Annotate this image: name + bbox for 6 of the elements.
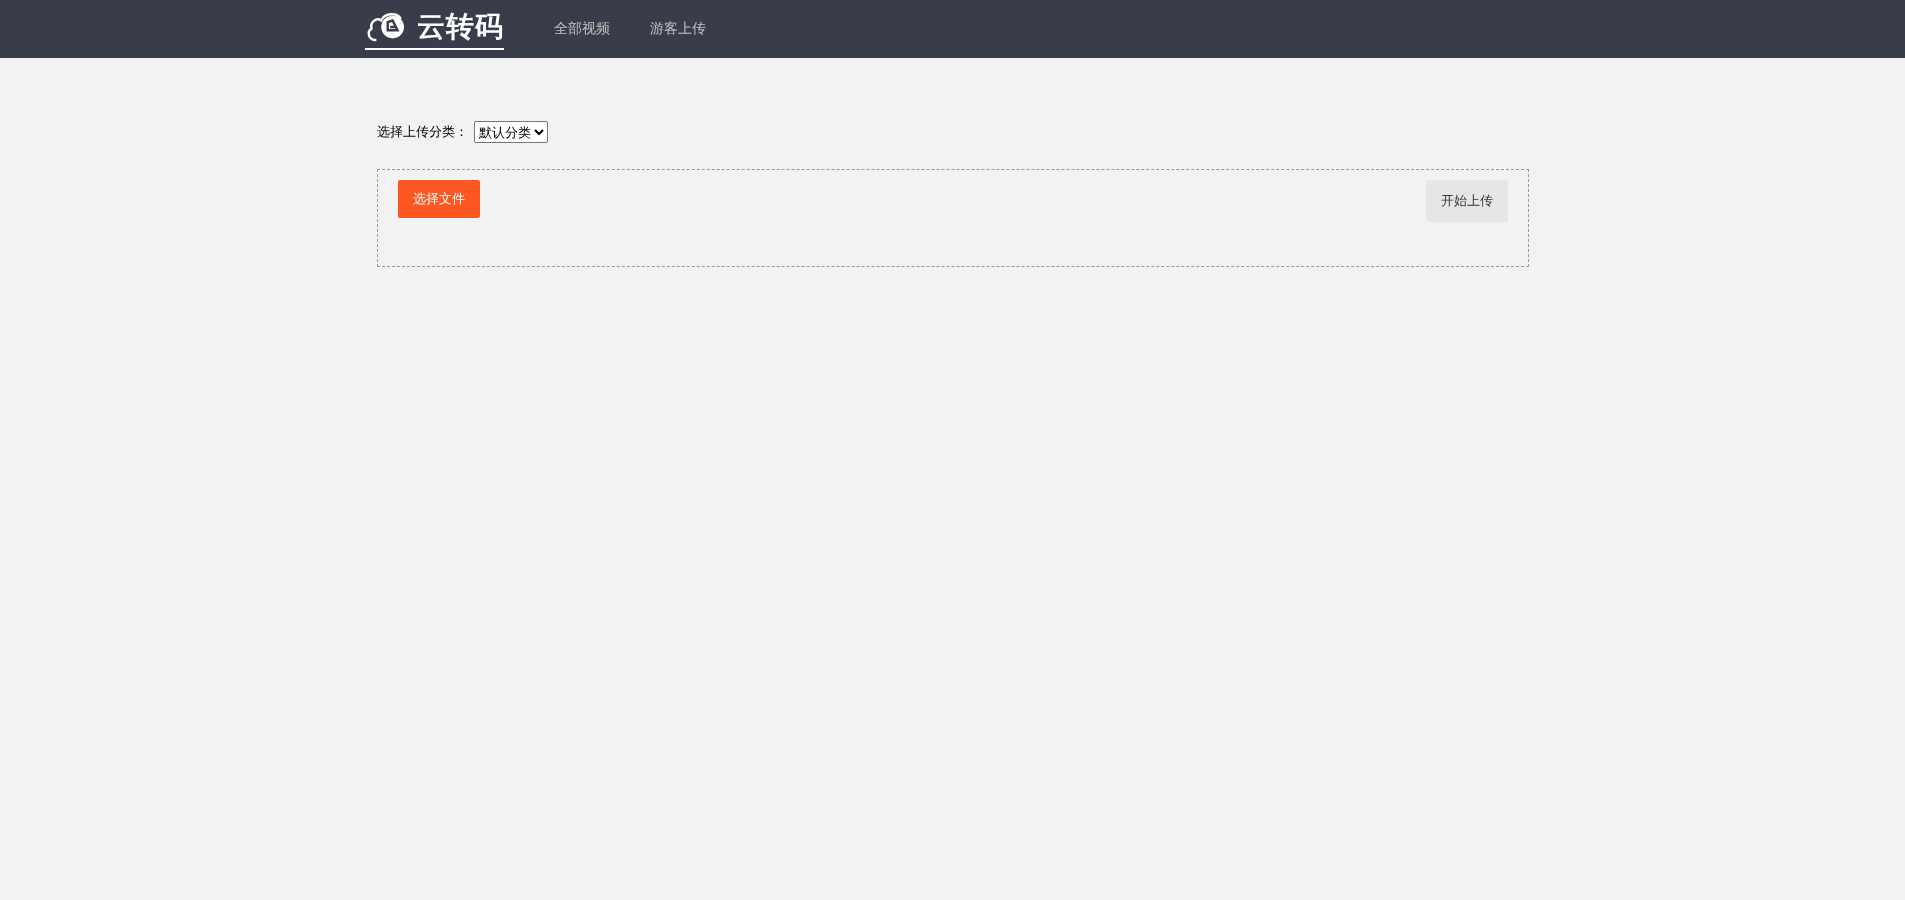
nav-link[interactable]: 游客上传	[650, 20, 706, 38]
category-label: 选择上传分类：	[376, 123, 468, 141]
nav-link[interactable]: 全部视频	[554, 20, 610, 38]
start-upload-button[interactable]: 开始上传	[1425, 180, 1508, 222]
logo[interactable]: 云转码	[365, 8, 504, 50]
category-dropdown[interactable]: 默认分类	[473, 121, 548, 143]
